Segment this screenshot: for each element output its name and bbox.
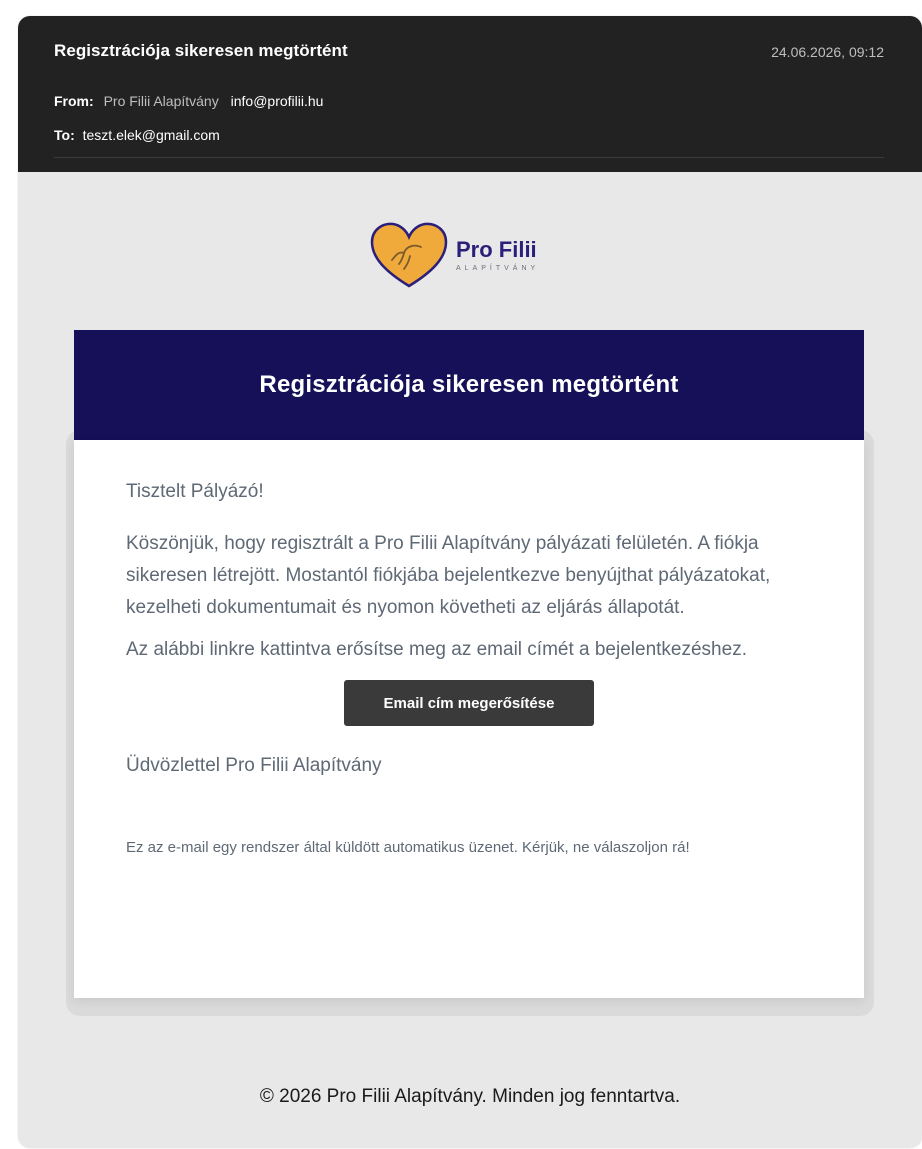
sender-email[interactable]: info@profilii.hu [231,93,324,109]
signoff-text: Üdvözlettel Pro Filii Alapítvány [126,755,382,776]
footer-copyright: © 2026 Pro Filii Alapítvány. Minden jog … [259,1086,681,1107]
sender-name: Pro Filii Alapítvány [103,93,219,109]
email-datetime: 24.06.2026, 09:12 [771,44,884,60]
email-viewer: Regisztrációja sikeresen megtörtént 24.0… [18,16,922,1148]
intro-paragraph: Köszönjük, hogy regisztrált a Pro Filii … [126,533,771,618]
to-label: To: [54,127,75,143]
message-content: Tisztelt Pályázó! Köszönjük, hogy regisz… [126,480,816,862]
recipient-email[interactable]: teszt.elek@gmail.com [83,127,220,143]
logo: Pro Filii ALAPÍTVÁNY [366,220,566,292]
greeting-text: Tisztelt Pályázó! [126,481,264,502]
instruction-paragraph: Az alábbi linkre kattintva erősítse meg … [126,639,747,660]
logo-subtitle: ALAPÍTVÁNY [456,265,540,272]
card-header: Regisztrációja sikeresen megtörtént [74,330,864,440]
logo-wordmark: Pro Filii ALAPÍTVÁNY [456,237,540,273]
header-divider [54,157,884,158]
from-line: From: Pro Filii Alapítvány info@profilii… [54,93,323,109]
confirm-email-button[interactable]: Email cím megerősítése [344,680,594,726]
button-row: Email cím megerősítése [126,680,816,732]
logo-title: Pro Filii [456,237,537,262]
email-subject: Regisztrációja sikeresen megtörtént [54,41,348,60]
to-line: To: teszt.elek@gmail.com [54,127,220,143]
message-card: Tisztelt Pályázó! Köszönjük, hogy regisz… [74,440,864,998]
automatic-message-note: Ez az e-mail egy rendszer által küldött … [126,839,690,856]
from-label: From: [54,93,94,109]
heart-hand-icon [366,220,452,292]
email-header: Regisztrációja sikeresen megtörtént 24.0… [18,16,922,172]
card-title: Regisztrációja sikeresen megtörtént [259,371,679,398]
